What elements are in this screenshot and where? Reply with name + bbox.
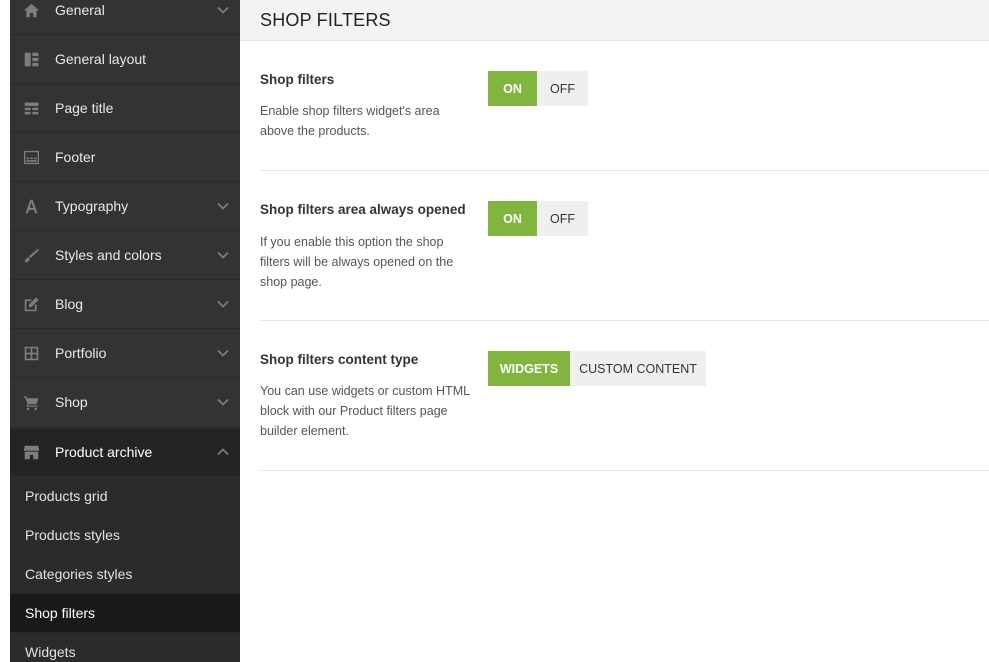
cart-icon	[22, 393, 40, 411]
toggle-off-button[interactable]: OFF	[537, 201, 588, 236]
sidebar-item-label: Portfolio	[55, 345, 107, 361]
chevron-down-icon	[216, 248, 230, 262]
submenu-item-widgets[interactable]: Widgets	[10, 633, 240, 662]
option-title: Shop filters area always opened	[260, 202, 466, 217]
typography-icon	[22, 197, 40, 215]
toggle-off-button[interactable]: OFF	[537, 71, 588, 106]
page-title: SHOP FILTERS	[260, 9, 391, 30]
sidebar-item-styles-and-colors[interactable]: Styles and colors	[10, 231, 240, 280]
shop-filters-toggle: ON OFF	[488, 71, 588, 106]
option-title: Shop filters content type	[260, 352, 419, 367]
option-title: Shop filters	[260, 72, 335, 87]
options-sidebar: General General layout Page title Footer…	[10, 0, 240, 662]
sidebar-item-label: Product archive	[55, 444, 153, 460]
toggle-on-button[interactable]: ON	[488, 71, 537, 106]
sidebar-item-blog[interactable]: Blog	[10, 280, 240, 329]
chevron-down-icon	[216, 3, 230, 17]
toggle-on-button[interactable]: ON	[488, 201, 537, 236]
chevron-down-icon	[216, 395, 230, 409]
sidebar-item-shop[interactable]: Shop	[10, 378, 240, 427]
submenu-item-shop-filters[interactable]: Shop filters	[10, 594, 240, 633]
chevron-down-icon	[216, 346, 230, 360]
option-shop-filters: Shop filters Enable shop filters widget'…	[260, 41, 989, 171]
edit-icon	[22, 295, 40, 313]
widgets-button[interactable]: WIDGETS	[488, 351, 570, 386]
page-title-icon	[22, 99, 40, 117]
sidebar-item-label: Typography	[55, 198, 129, 214]
sidebar-item-product-archive[interactable]: Product archive	[10, 428, 240, 477]
brush-icon	[22, 246, 40, 264]
chevron-up-icon	[216, 445, 230, 459]
footer-icon	[22, 148, 40, 166]
submenu-item-products-styles[interactable]: Products styles	[10, 516, 240, 555]
home-icon	[22, 1, 40, 19]
sidebar-item-label: General	[55, 2, 105, 18]
option-description: If you enable this option the shop filte…	[260, 235, 454, 289]
chevron-down-icon	[216, 199, 230, 213]
sidebar-item-label: Styles and colors	[55, 247, 162, 263]
submenu-item-categories-styles[interactable]: Categories styles	[10, 555, 240, 594]
option-description: You can use widgets or custom HTML block…	[260, 384, 470, 438]
submenu-item-products-grid[interactable]: Products grid	[10, 477, 240, 516]
custom-content-button[interactable]: CUSTOM CONTENT	[570, 351, 706, 386]
chevron-down-icon	[216, 297, 230, 311]
sidebar-item-label: General layout	[55, 51, 147, 67]
option-shop-filters-content-type: Shop filters content type You can use wi…	[260, 321, 989, 471]
sidebar-item-label: Shop	[55, 394, 88, 410]
sidebar-item-typography[interactable]: Typography	[10, 182, 240, 231]
content-type-selector: WIDGETS CUSTOM CONTENT	[488, 351, 706, 386]
store-icon	[22, 443, 40, 461]
options-panel: SHOP FILTERS Shop filters Enable shop fi…	[240, 0, 989, 662]
sidebar-item-general[interactable]: General	[10, 0, 240, 35]
grid-icon	[22, 344, 40, 362]
option-shop-filters-always-opened: Shop filters area always opened If you e…	[260, 171, 989, 321]
option-description: Enable shop filters widget's area above …	[260, 104, 440, 138]
sidebar-item-general-layout[interactable]: General layout	[10, 35, 240, 84]
sidebar-item-label: Footer	[55, 149, 96, 165]
sidebar-item-footer[interactable]: Footer	[10, 133, 240, 182]
section-header: SHOP FILTERS	[240, 0, 989, 41]
sidebar-item-page-title[interactable]: Page title	[10, 84, 240, 133]
sidebar-item-portfolio[interactable]: Portfolio	[10, 329, 240, 378]
always-opened-toggle: ON OFF	[488, 201, 588, 236]
left-gutter	[0, 0, 10, 662]
layout-icon	[22, 50, 40, 68]
product-archive-submenu: Products grid Products styles Categories…	[10, 477, 240, 662]
sidebar-item-label: Blog	[55, 296, 84, 312]
sidebar-item-label: Page title	[55, 100, 114, 116]
